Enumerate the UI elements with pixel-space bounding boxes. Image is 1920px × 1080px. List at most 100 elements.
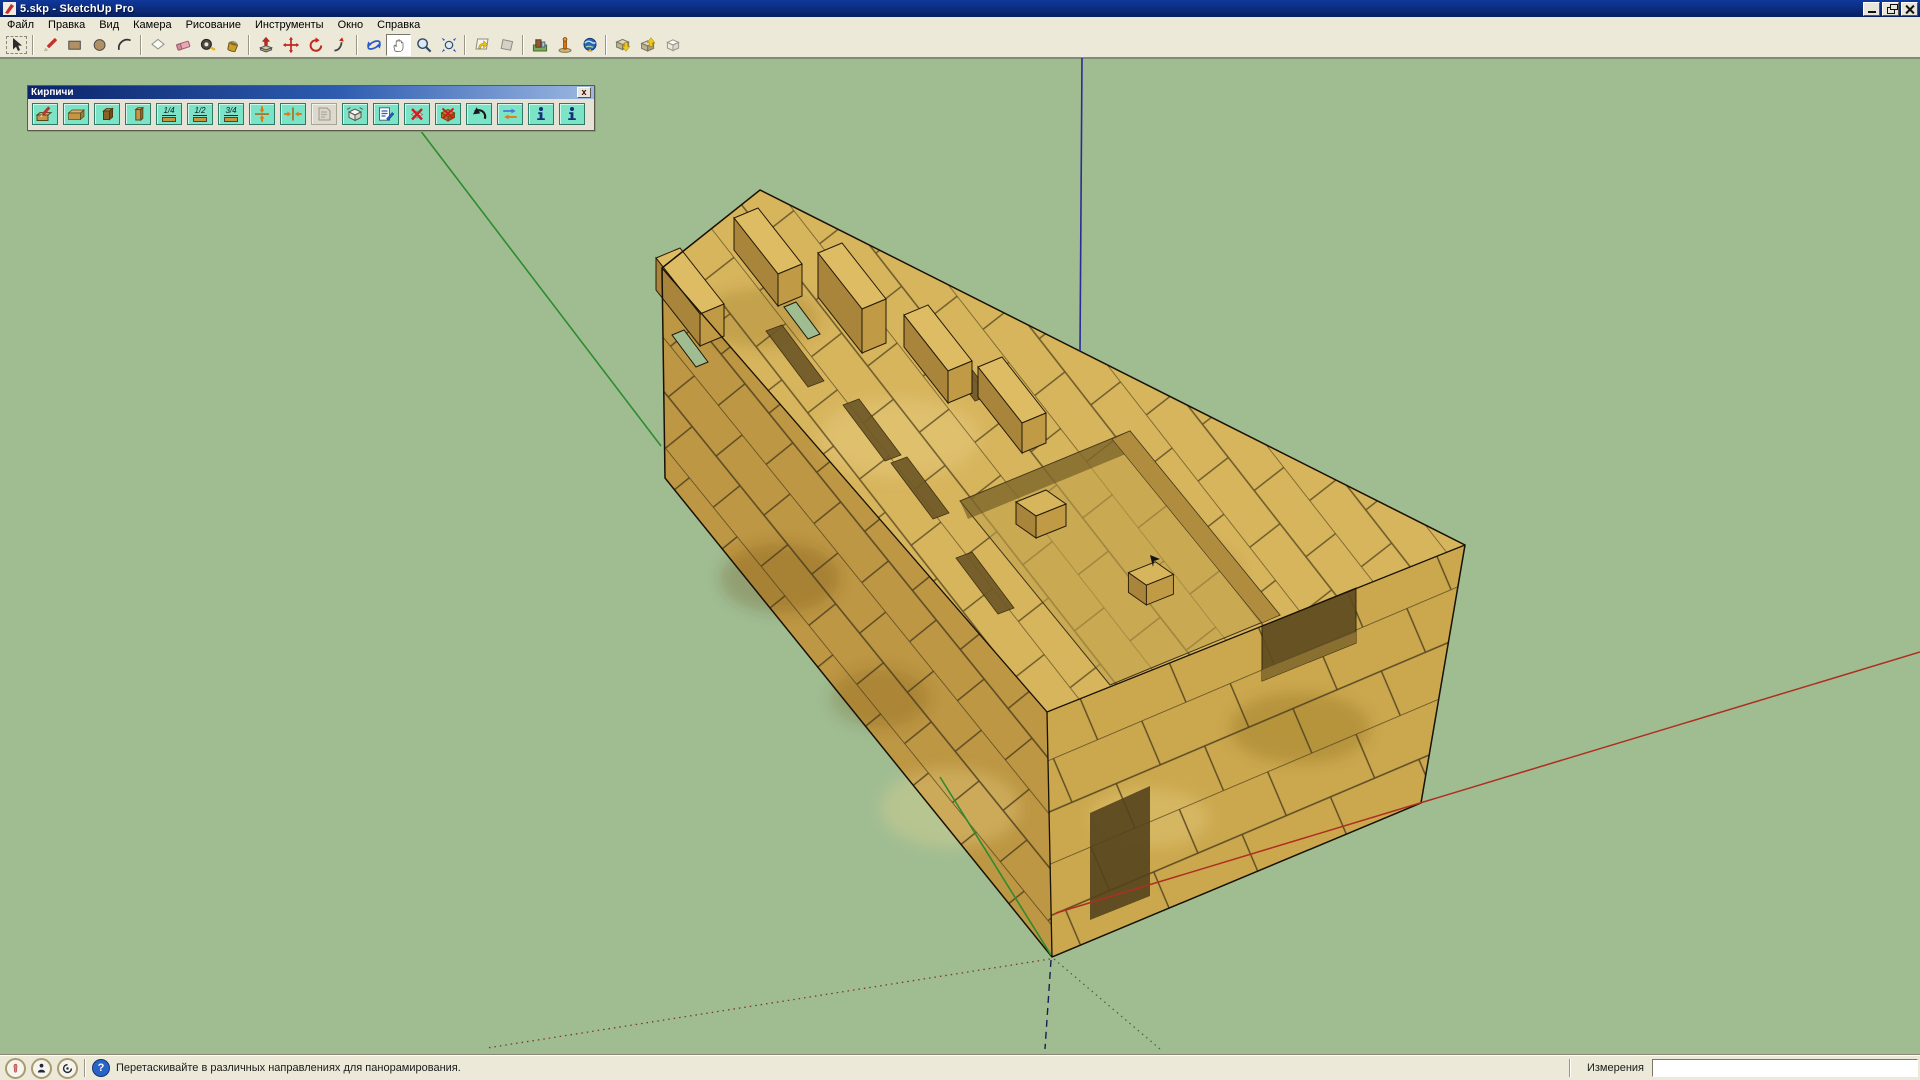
brick-half-button[interactable]: 1/2 bbox=[187, 103, 213, 125]
brick-rotated-icon bbox=[97, 105, 117, 123]
get-models-icon bbox=[614, 36, 632, 54]
brick-rotated-button[interactable] bbox=[94, 103, 120, 125]
info-button[interactable] bbox=[528, 103, 554, 125]
menu-item-draw[interactable]: Рисование bbox=[179, 18, 248, 32]
brick-structure[interactable] bbox=[656, 190, 1465, 957]
bricks-toolbar-title: Кирпичи bbox=[31, 87, 74, 98]
blue-axis bbox=[1080, 58, 1082, 351]
follow-me-icon bbox=[332, 36, 350, 54]
globe-icon bbox=[581, 36, 599, 54]
previous-view-button[interactable] bbox=[469, 34, 494, 56]
window-title: 5.skp - SketchUp Pro bbox=[20, 3, 134, 15]
undo-button[interactable] bbox=[466, 103, 492, 125]
align-horizontal-icon bbox=[283, 105, 303, 123]
eraser-icon bbox=[174, 36, 192, 54]
magnifier-icon bbox=[415, 36, 433, 54]
viewport-3d[interactable]: Кирпичи x 1/4 1/2 3/4 bbox=[0, 58, 1920, 1056]
zoom-extents-icon bbox=[440, 36, 458, 54]
previous-view-icon bbox=[473, 36, 491, 54]
small-brick-glyph bbox=[162, 117, 176, 122]
paint-bucket-icon bbox=[224, 36, 242, 54]
statusbar-separator bbox=[1569, 1059, 1571, 1077]
brick-quarter-button[interactable]: 1/4 bbox=[156, 103, 182, 125]
add-location-button[interactable] bbox=[527, 34, 552, 56]
circle-icon bbox=[91, 36, 109, 54]
paint-bucket-button[interactable] bbox=[220, 34, 245, 56]
delete-cross-icon bbox=[407, 105, 427, 123]
bricks-toolbar-panel[interactable]: Кирпичи x 1/4 1/2 3/4 bbox=[27, 85, 595, 131]
push-pull-button[interactable] bbox=[253, 34, 278, 56]
follow-me-button[interactable] bbox=[328, 34, 353, 56]
menu-item-edit[interactable]: Правка bbox=[41, 18, 92, 32]
small-brick-glyph bbox=[193, 117, 207, 122]
select-tool-button[interactable] bbox=[4, 34, 29, 56]
orbit-tool-button[interactable] bbox=[361, 34, 386, 56]
brick-full-button[interactable] bbox=[63, 103, 89, 125]
share-model-button[interactable] bbox=[635, 34, 660, 56]
box-unfold-button[interactable] bbox=[342, 103, 368, 125]
close-button[interactable] bbox=[1901, 2, 1918, 16]
delete-box-icon bbox=[438, 105, 458, 123]
zoom-extents-button[interactable] bbox=[436, 34, 461, 56]
tape-measure-button[interactable] bbox=[195, 34, 220, 56]
restore-button[interactable] bbox=[1882, 2, 1899, 16]
main-toolbar bbox=[0, 33, 1920, 58]
move-tool-button[interactable] bbox=[278, 34, 303, 56]
menu-item-file[interactable]: Файл bbox=[0, 18, 41, 32]
share-model-icon bbox=[639, 36, 657, 54]
make-component-button[interactable] bbox=[145, 34, 170, 56]
toggle-terrain-button[interactable] bbox=[552, 34, 577, 56]
zoom-tool-button[interactable] bbox=[411, 34, 436, 56]
credit-author-status-icon[interactable] bbox=[31, 1058, 52, 1079]
brick-draw-button[interactable] bbox=[32, 103, 58, 125]
next-view-button[interactable] bbox=[494, 34, 519, 56]
terrain-person-icon bbox=[556, 36, 574, 54]
toolbar-separator bbox=[248, 35, 250, 55]
minimize-button[interactable] bbox=[1863, 2, 1880, 16]
bricks-toolbar-titlebar[interactable]: Кирпичи x bbox=[28, 86, 594, 99]
paste-disabled-icon bbox=[314, 105, 334, 123]
rotate-tool-button[interactable] bbox=[303, 34, 328, 56]
rectangle-tool-button[interactable] bbox=[62, 34, 87, 56]
move-arrows-icon bbox=[282, 36, 300, 54]
toolbar-separator bbox=[140, 35, 142, 55]
circle-tool-button[interactable] bbox=[87, 34, 112, 56]
measurements-label: Измерения bbox=[1587, 1062, 1644, 1074]
toolbar-separator bbox=[522, 35, 524, 55]
orbit-icon bbox=[365, 36, 383, 54]
delete-box-button[interactable] bbox=[435, 103, 461, 125]
line-tool-button[interactable] bbox=[37, 34, 62, 56]
get-models-button[interactable] bbox=[610, 34, 635, 56]
bricks-toolbar-close-button[interactable]: x bbox=[577, 87, 591, 98]
eraser-tool-button[interactable] bbox=[170, 34, 195, 56]
brick-upright-button[interactable] bbox=[125, 103, 151, 125]
select-arrow-icon bbox=[8, 36, 26, 54]
measurements-input[interactable] bbox=[1652, 1059, 1918, 1077]
help-icon[interactable]: ? bbox=[92, 1059, 110, 1077]
edit-notes-button[interactable] bbox=[373, 103, 399, 125]
swap-direction-button[interactable] bbox=[497, 103, 523, 125]
brick-three-quarter-button[interactable]: 3/4 bbox=[218, 103, 244, 125]
arc-icon bbox=[116, 36, 134, 54]
delete-cross-button[interactable] bbox=[404, 103, 430, 125]
menu-item-tools[interactable]: Инструменты bbox=[248, 18, 331, 32]
google-earth-button[interactable] bbox=[577, 34, 602, 56]
menu-item-camera[interactable]: Камера bbox=[126, 18, 178, 32]
align-horizontal-button[interactable] bbox=[280, 103, 306, 125]
geolocation-status-icon[interactable] bbox=[5, 1058, 26, 1079]
claim-status-icon[interactable] bbox=[57, 1058, 78, 1079]
status-message: Перетаскивайте в различных направлениях … bbox=[116, 1062, 461, 1074]
undo-arrow-icon bbox=[469, 105, 489, 123]
toolbar-separator bbox=[605, 35, 607, 55]
toolbar-separator bbox=[464, 35, 466, 55]
rectangle-icon bbox=[66, 36, 84, 54]
info-alt-button[interactable] bbox=[559, 103, 585, 125]
component-button[interactable] bbox=[660, 34, 685, 56]
next-view-icon bbox=[498, 36, 516, 54]
menu-item-view[interactable]: Вид bbox=[92, 18, 126, 32]
menu-item-window[interactable]: Окно bbox=[331, 18, 371, 32]
menu-item-help[interactable]: Справка bbox=[370, 18, 427, 32]
arc-tool-button[interactable] bbox=[112, 34, 137, 56]
align-vertical-button[interactable] bbox=[249, 103, 275, 125]
pan-tool-button[interactable] bbox=[386, 34, 411, 56]
